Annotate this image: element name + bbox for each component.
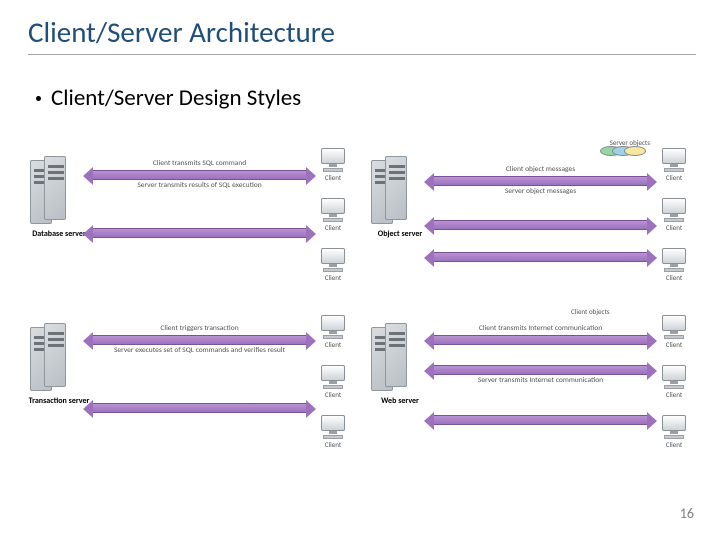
bullet-icon [36,96,41,101]
client-label: Client [666,223,682,232]
server-icon [30,156,82,226]
arrow-top-text: Client object messages [433,166,648,174]
double-arrow-icon [433,415,648,425]
client-icon: Client [654,315,694,349]
double-arrow-icon [92,403,307,413]
client-label: Client [325,390,341,399]
server-icon [30,323,82,393]
double-arrow-icon [92,228,307,238]
diagram-grid: Database server Client transmits SQL com… [30,150,694,462]
clients-column: Client Client Client [654,315,694,449]
double-arrow-icon [433,335,648,345]
panel-database-server: Database server Client transmits SQL com… [30,150,353,295]
client-icon: Client [313,148,353,182]
client-label: Client [325,340,341,349]
arrow-bottom-text: Server transmits results of SQL executio… [92,182,307,190]
double-arrow-icon [433,365,648,375]
panel-object-server: Server objects Object server Client obje… [371,150,694,295]
client-icon: Client [313,248,353,282]
objects-label: Client objects [571,307,610,316]
double-arrow-icon [92,335,307,345]
title-underline [28,54,696,55]
panel-web-server: Client objects Web server Client transmi… [371,317,694,462]
client-label: Client [325,440,341,449]
server-icon [371,323,423,393]
arrow-bottom-text: Server object messages [433,188,648,196]
client-icon: Client [654,148,694,182]
double-arrow-icon [92,170,307,180]
server-icon [371,156,423,226]
arrow-top-text: Client transmits SQL command [92,160,307,168]
arrow-bottom-text: Server transmits Internet communication [433,377,648,385]
client-icon: Client [654,365,694,399]
clients-column: Client Client Client [654,148,694,282]
client-label: Client [666,340,682,349]
client-icon: Client [654,415,694,449]
panel-transaction-server: Transaction server Client triggers trans… [30,317,353,462]
page-number: 16 [680,505,694,522]
double-arrow-icon [433,252,648,262]
client-label: Client [325,223,341,232]
client-label: Client [325,173,341,182]
client-label: Client [666,273,682,282]
server-objects-icon [610,146,646,156]
double-arrow-icon [433,176,648,186]
arrow-top-text: Client transmits Internet communication [433,325,648,333]
arrow-top-text: Client triggers transaction [92,325,307,333]
bullet-row: Client/Server Design Styles [36,84,301,112]
double-arrow-icon [433,220,648,230]
client-icon: Client [654,248,694,282]
clients-column: Client Client Client [313,148,353,282]
client-icon: Client [313,365,353,399]
arrow-bottom-text: Server executes set of SQL commands and … [92,347,307,355]
client-icon: Client [313,415,353,449]
client-icon: Client [313,198,353,232]
client-icon: Client [313,315,353,349]
clients-column: Client Client Client [313,315,353,449]
client-label: Client [325,273,341,282]
client-label: Client [666,173,682,182]
client-label: Client [666,440,682,449]
client-icon: Client [654,198,694,232]
server-label: Web server [363,397,437,406]
client-label: Client [666,390,682,399]
bullet-text: Client/Server Design Styles [51,84,301,112]
slide-title: Client/Server Architecture [28,14,335,50]
